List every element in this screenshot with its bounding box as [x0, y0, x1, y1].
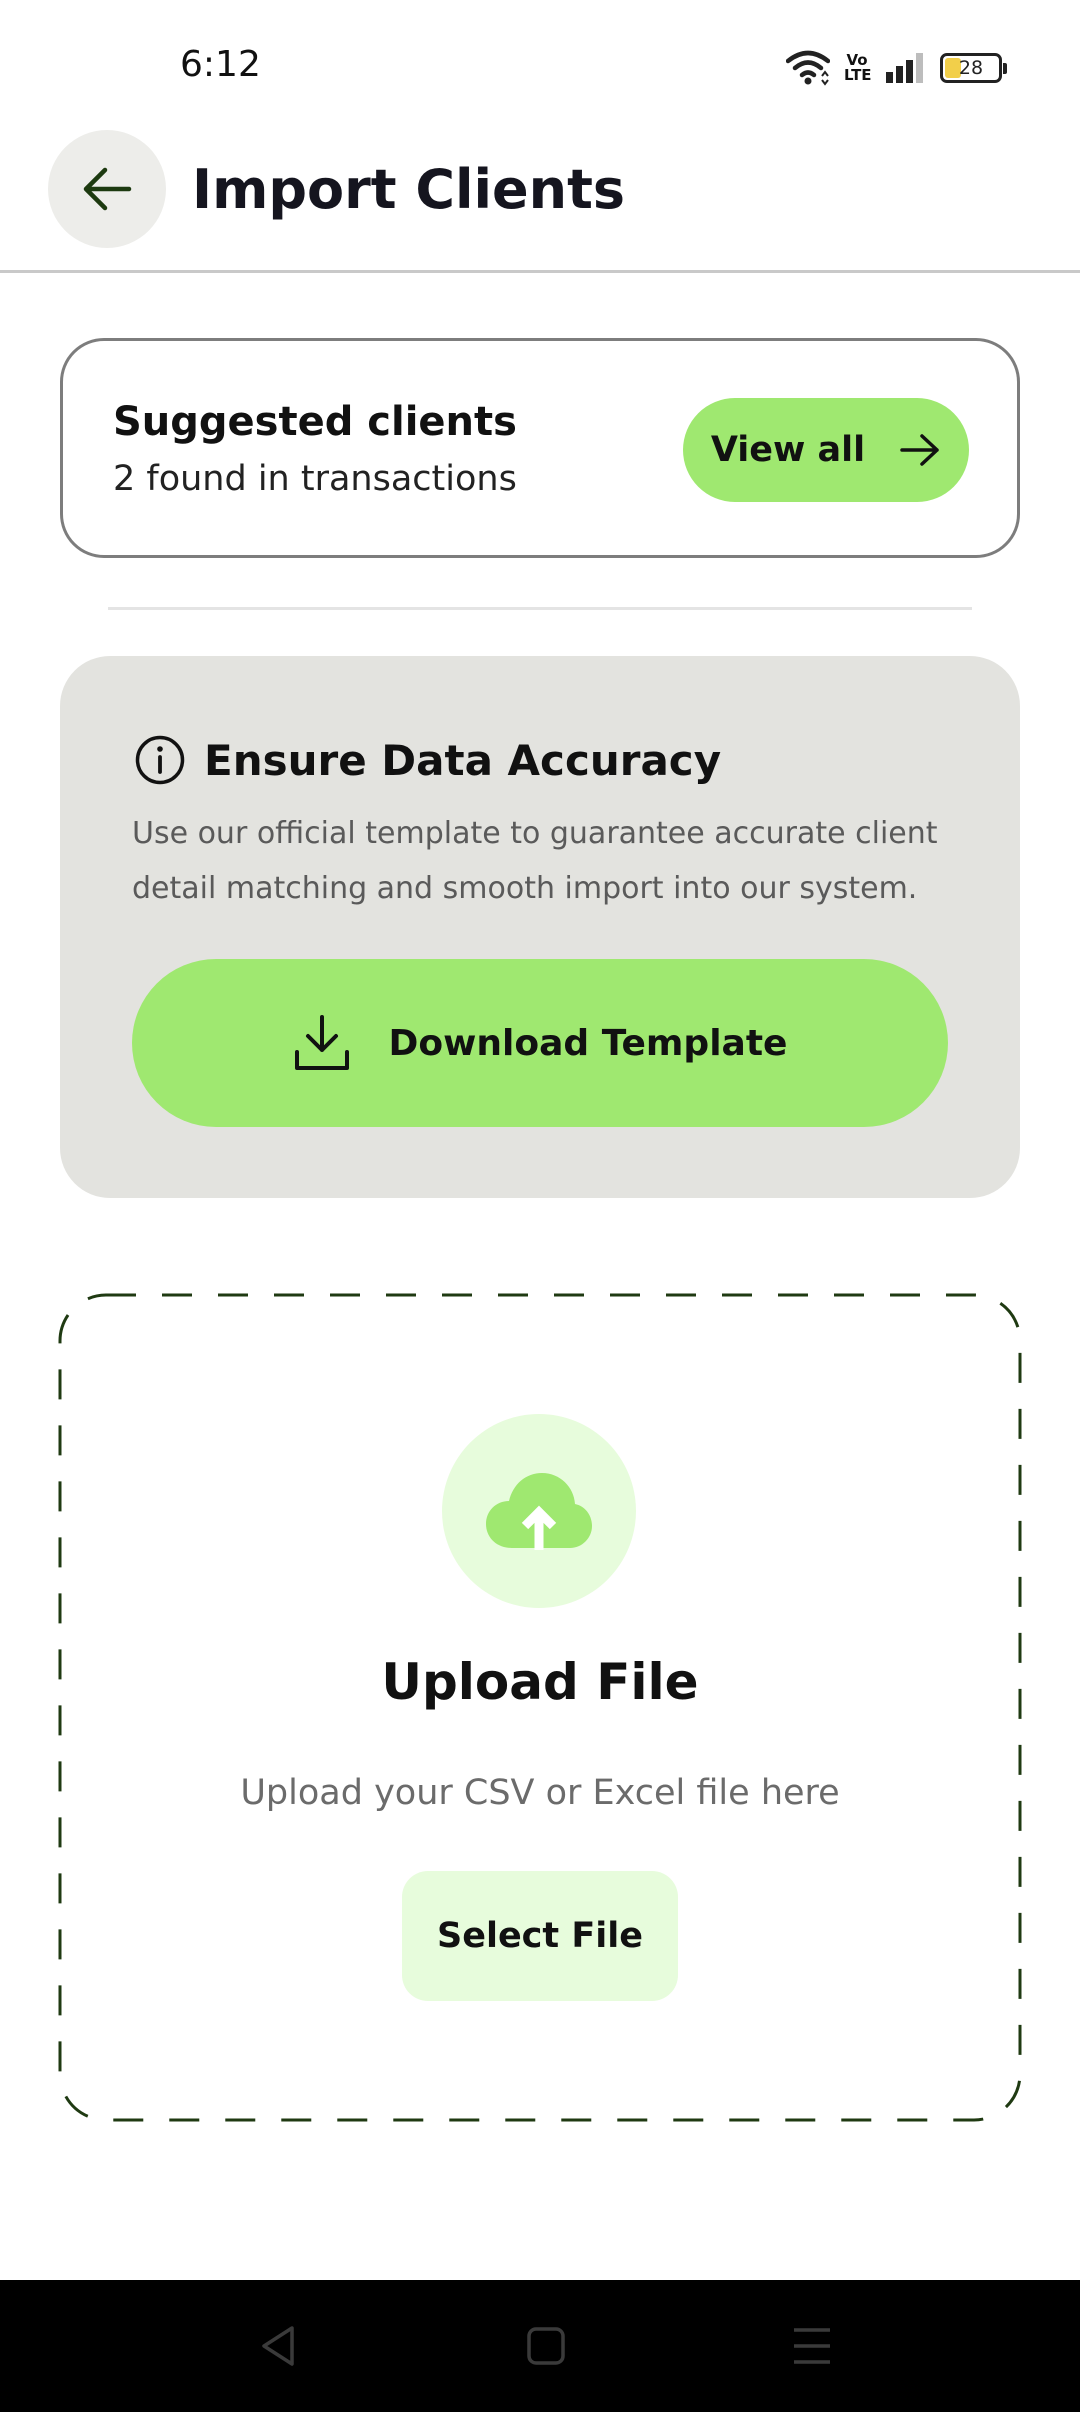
upload-dropzone[interactable]: Upload File Upload your CSV or Excel fil…	[58, 1293, 1022, 2122]
arrow-right-icon	[900, 434, 939, 466]
download-icon	[294, 1015, 349, 1070]
status-time: 6:12	[180, 44, 261, 85]
back-triangle-icon[interactable]	[258, 2324, 298, 2368]
view-all-label: View all	[710, 430, 866, 470]
home-square-icon[interactable]	[526, 2324, 566, 2368]
wifi-icon	[786, 50, 830, 86]
signal-icon	[886, 53, 923, 83]
data-accuracy-title: Ensure Data Accuracy	[204, 735, 722, 785]
download-template-label: Download Template	[388, 1022, 788, 1064]
suggested-clients-title: Suggested clients	[113, 399, 517, 445]
select-file-button[interactable]: Select File	[402, 1871, 678, 2001]
data-accuracy-card: Ensure Data Accuracy Use our official te…	[60, 656, 1020, 1198]
suggested-clients-card: Suggested clients 2 found in transaction…	[60, 338, 1020, 558]
info-icon	[135, 735, 185, 785]
app-header: Import Clients	[0, 130, 1080, 273]
download-template-button[interactable]: Download Template	[132, 959, 948, 1127]
battery-icon: 28	[940, 53, 1007, 83]
view-all-button[interactable]: View all	[683, 398, 969, 502]
page-title: Import Clients	[192, 158, 626, 221]
suggested-clients-count: 2 found in transactions	[113, 459, 517, 499]
data-accuracy-description: Use our official template to guarantee a…	[132, 816, 938, 906]
back-button[interactable]	[48, 130, 166, 248]
data-accuracy-header: Ensure Data Accuracy	[134, 734, 721, 786]
status-bar: 6:12 Vo LTE 28	[0, 0, 1080, 130]
cloud-upload-icon	[486, 1473, 592, 1550]
battery-level: 28	[958, 57, 984, 79]
select-file-label: Select File	[437, 1916, 643, 1956]
menu-icon[interactable]	[792, 2324, 832, 2368]
volte-icon: Vo LTE	[844, 51, 872, 84]
divider	[108, 607, 972, 610]
status-icons: Vo LTE 28	[786, 48, 1007, 88]
upload-title: Upload File	[381, 1653, 699, 1711]
upload-subtitle: Upload your CSV or Excel file here	[240, 1773, 840, 1813]
upload-icon-circle	[442, 1414, 636, 1608]
arrow-left-icon	[83, 167, 132, 211]
system-nav-bar	[0, 2280, 1080, 2412]
